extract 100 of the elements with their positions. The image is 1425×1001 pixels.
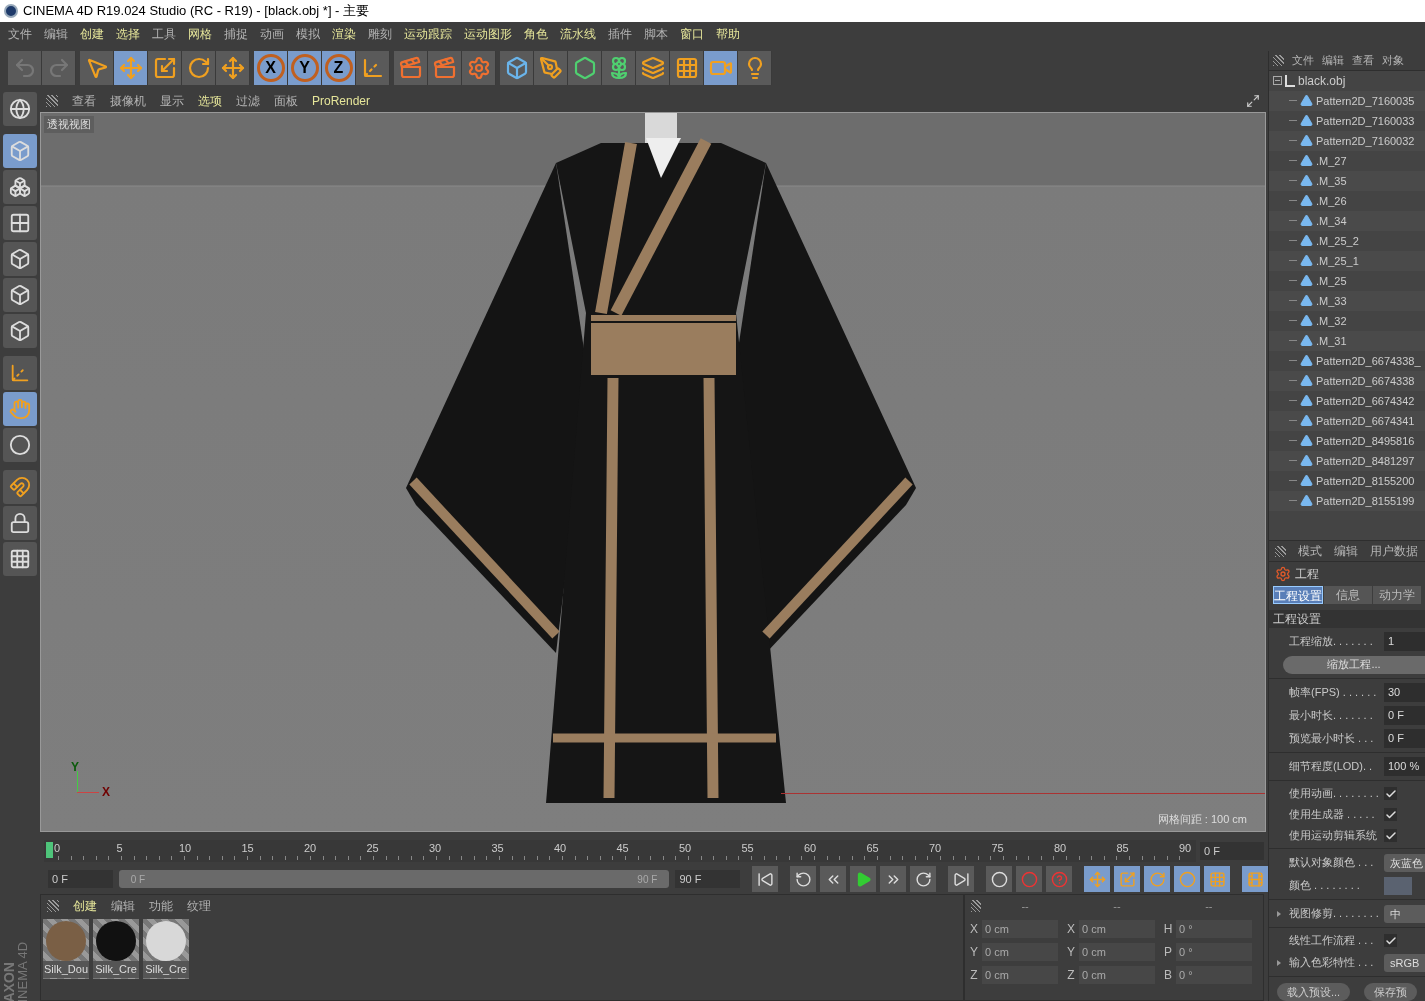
coordinate-field[interactable]: 0 cm <box>1079 942 1155 961</box>
timeline-ruler[interactable]: 0 5 10 15 20 25 30 35 40 45 50 55 60 65 70 75 80 85 90 <box>44 840 1196 862</box>
current-frame-field[interactable]: 0 F <box>1200 842 1264 860</box>
play-button[interactable] <box>850 866 876 892</box>
scale-tool-button[interactable] <box>148 51 182 85</box>
coords-tool-button[interactable] <box>356 51 390 85</box>
select-tool-button[interactable] <box>80 51 114 85</box>
points-mode-button[interactable] <box>3 242 37 276</box>
render-tool-button[interactable] <box>428 51 462 85</box>
value-field[interactable]: 1 <box>1384 632 1425 651</box>
floor-tool-button[interactable] <box>670 51 704 85</box>
color-swatch[interactable] <box>1384 876 1412 895</box>
object-menu-item[interactable]: 对象 <box>1382 52 1404 69</box>
expand-arrow-icon[interactable] <box>1277 910 1281 917</box>
viewport-menu-item[interactable]: 选项 <box>198 92 222 110</box>
menu-item[interactable]: 运动跟踪 <box>404 25 452 43</box>
object-name[interactable]: .M_25_2 <box>1316 232 1359 250</box>
last-button[interactable] <box>948 866 974 892</box>
viewport-menu-item[interactable]: 面板 <box>274 92 298 110</box>
drag-handle-icon[interactable] <box>46 95 58 107</box>
object-name[interactable]: .M_35 <box>1316 172 1347 190</box>
object-name[interactable]: black.obj <box>1298 71 1346 90</box>
menu-item[interactable]: 创建 <box>80 25 104 43</box>
menu-item[interactable]: 工具 <box>152 25 176 43</box>
object-name[interactable]: .M_26 <box>1316 192 1347 210</box>
object-name[interactable]: Pattern2D_8495816 <box>1316 432 1415 450</box>
coordinate-field[interactable]: 0 cm <box>982 965 1058 984</box>
prevkey-button[interactable] <box>790 866 816 892</box>
coordinate-header[interactable]: -- <box>1205 897 1257 915</box>
viewport-menu-item[interactable]: 过滤 <box>236 92 260 110</box>
viewport[interactable]: 透视视图 Y X 网格间距 : 100 cm <box>40 112 1266 832</box>
viewport-menu-item[interactable]: 查看 <box>72 92 96 110</box>
viewport-menu-item[interactable]: 显示 <box>160 92 184 110</box>
render-tool-button[interactable] <box>394 51 428 85</box>
menu-item[interactable]: 脚本 <box>644 25 668 43</box>
redo-tool-button[interactable] <box>42 51 76 85</box>
object-name[interactable]: Pattern2D_8155200 <box>1316 472 1415 490</box>
coordinate-field[interactable]: 0 cm <box>982 942 1058 961</box>
menu-item[interactable]: 模拟 <box>296 25 320 43</box>
material-swatch[interactable]: Silk_Cre <box>93 919 139 979</box>
menu-item[interactable]: 角色 <box>524 25 548 43</box>
subdivide-tool-button[interactable] <box>568 51 602 85</box>
drag-handle-icon[interactable] <box>971 900 982 912</box>
coordinate-field[interactable]: 0 ° <box>1176 965 1252 984</box>
menu-item[interactable]: 插件 <box>608 25 632 43</box>
preset-button[interactable]: 保存预 <box>1364 983 1418 1001</box>
edges-mode-button[interactable] <box>3 278 37 312</box>
expand-arrow-icon[interactable] <box>1277 959 1281 966</box>
coordinate-field[interactable]: 0 cm <box>982 919 1058 938</box>
cloner-tool-button[interactable] <box>602 51 636 85</box>
menu-item[interactable]: 流水线 <box>560 25 596 43</box>
material-menu-item[interactable]: 纹理 <box>187 897 211 915</box>
menu-item[interactable]: 运动图形 <box>464 25 512 43</box>
attribute-menu-item[interactable]: 模式 <box>1298 542 1322 561</box>
light-tool-button[interactable] <box>738 51 772 85</box>
attribute-tab[interactable]: 动力学 <box>1373 586 1421 604</box>
checkbox[interactable] <box>1384 829 1397 842</box>
object-name[interactable]: Pattern2D_7160033 <box>1316 112 1415 130</box>
move-tool-button[interactable] <box>216 51 250 85</box>
checkbox[interactable] <box>1384 934 1397 947</box>
menu-item[interactable]: 文件 <box>8 25 32 43</box>
menu-item[interactable]: 选择 <box>116 25 140 43</box>
value-field[interactable]: 0 F <box>1384 729 1425 748</box>
camera-label[interactable]: 透视视图 <box>44 116 94 133</box>
model-mode-button[interactable] <box>3 92 37 126</box>
workplane-mode-button[interactable] <box>3 206 37 240</box>
collapse-toggle-icon[interactable] <box>1273 76 1282 86</box>
attribute-tab[interactable]: 工程设置 <box>1273 586 1323 604</box>
menu-item[interactable]: 动画 <box>260 25 284 43</box>
keyoff-button[interactable] <box>986 866 1012 892</box>
object-menu-item[interactable]: 文件 <box>1292 52 1314 69</box>
material-swatch[interactable]: Silk_Dou <box>43 919 89 979</box>
attribute-menu-item[interactable]: 用户数据 <box>1370 542 1418 561</box>
attribute-tab[interactable]: 信息 <box>1324 586 1372 604</box>
drag-handle-icon[interactable] <box>1273 55 1284 66</box>
rotate-tool-button[interactable] <box>182 51 216 85</box>
menu-item[interactable]: 捕捉 <box>224 25 248 43</box>
grid-mode-button[interactable] <box>3 542 37 576</box>
coordinate-field[interactable]: 0 ° <box>1176 942 1252 961</box>
material-menu-item[interactable]: 编辑 <box>111 897 135 915</box>
lock-mode-button[interactable] <box>3 506 37 540</box>
pen-tool-button[interactable] <box>534 51 568 85</box>
nextkey-button[interactable] <box>910 866 936 892</box>
first-button[interactable] <box>752 866 778 892</box>
texture-mode-button[interactable] <box>3 170 37 204</box>
object-menu-item[interactable]: 查看 <box>1352 52 1374 69</box>
menu-item[interactable]: 窗口 <box>680 25 704 43</box>
object-name[interactable]: .M_32 <box>1316 312 1347 330</box>
object-menu-item[interactable]: 编辑 <box>1322 52 1344 69</box>
preset-button[interactable]: 载入预设... <box>1277 983 1351 1001</box>
viewport-nav-icon[interactable] <box>1246 94 1260 108</box>
value-field[interactable]: 30 <box>1384 683 1425 702</box>
coordinate-field[interactable]: 0 ° <box>1176 919 1252 938</box>
checkbox[interactable] <box>1384 787 1397 800</box>
dropdown[interactable]: sRGB <box>1384 953 1425 972</box>
object-name[interactable]: .M_25 <box>1316 272 1347 290</box>
prevframe-button[interactable] <box>820 866 846 892</box>
coordinate-header[interactable]: -- <box>1021 897 1074 915</box>
object-name[interactable]: .M_27 <box>1316 152 1347 170</box>
end-frame-field[interactable]: 90 F <box>675 870 740 888</box>
